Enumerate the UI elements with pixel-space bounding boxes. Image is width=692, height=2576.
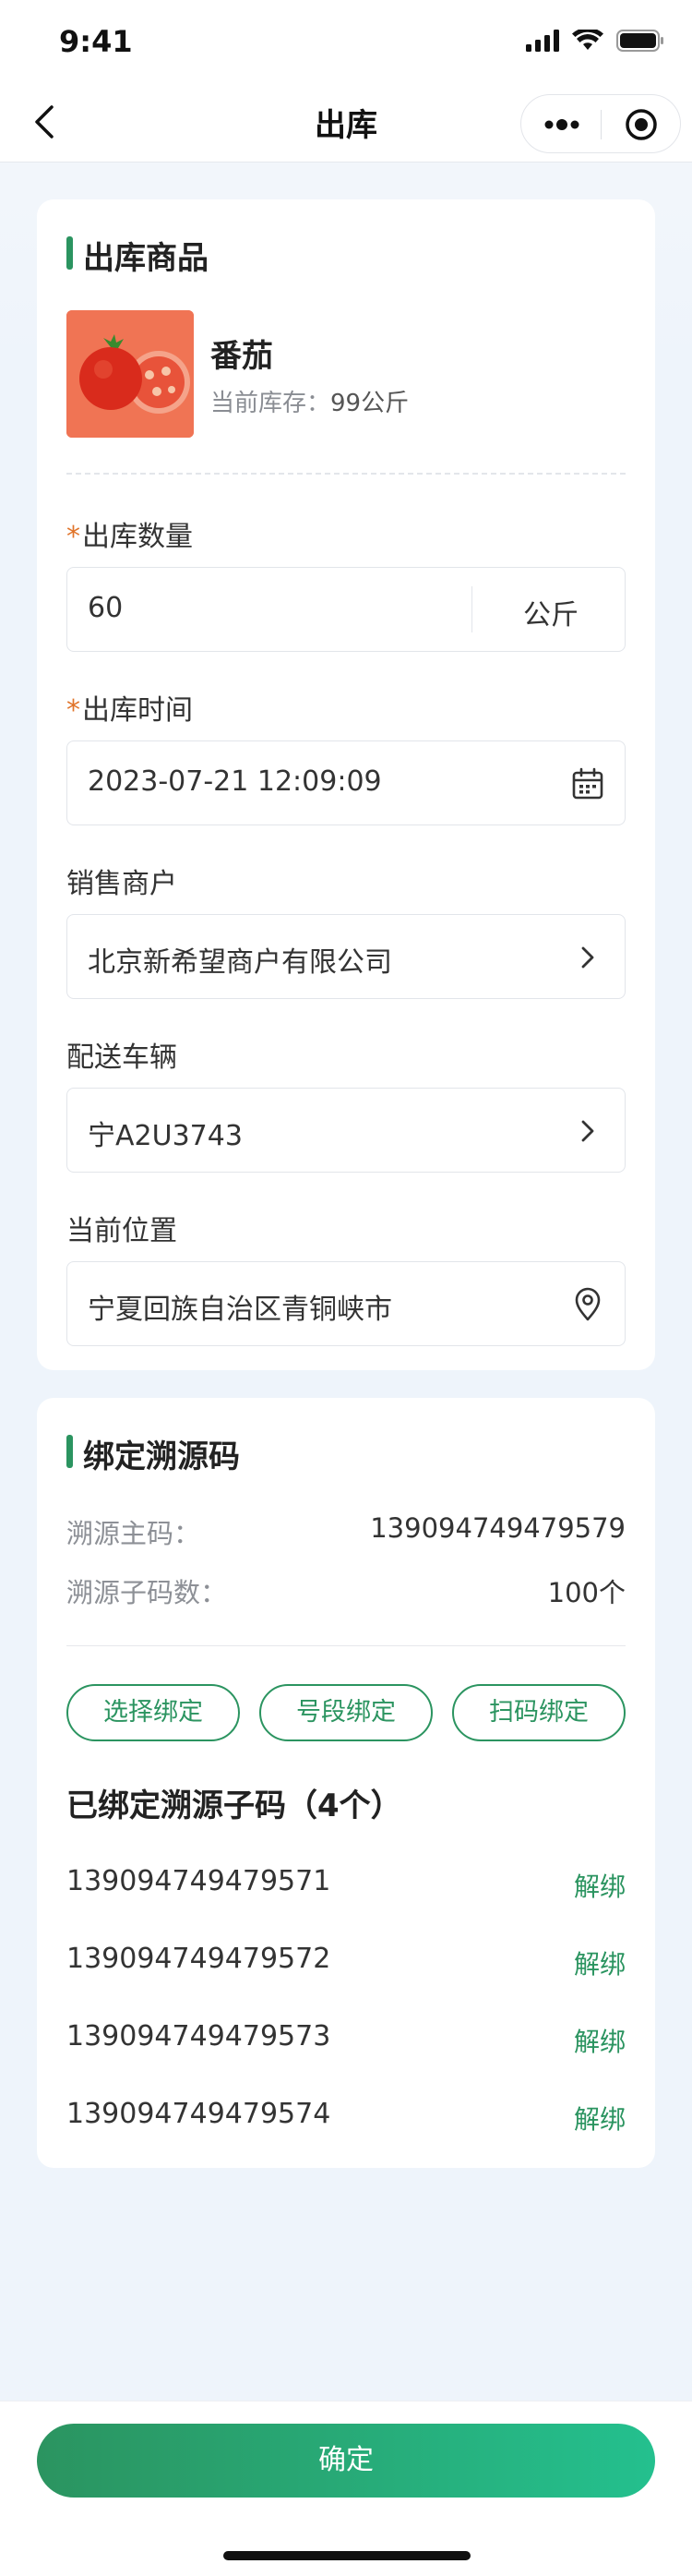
location-field[interactable]: 宁夏回族自治区青铜峡市 [66,1261,626,1346]
tomato-image [66,310,194,438]
scan-bind-button[interactable]: 扫码绑定 [452,1684,626,1741]
list-item: 139094749479573 解绑 [66,2020,626,2057]
select-bind-button[interactable]: 选择绑定 [66,1684,240,1741]
sub-count-label: 溯源子码数： [66,1577,228,1608]
sub-code: 139094749479573 [66,2020,331,2052]
vehicle-field[interactable]: 宁A2U3743 [66,1088,626,1173]
calendar-icon[interactable] [569,765,606,802]
unit-separator [471,586,472,632]
vehicle-value: 宁A2U3743 [88,1120,243,1152]
bound-codes-title: 已绑定溯源子码（4个） [66,1788,402,1824]
time-label: *出库时间 [66,687,193,728]
unbind-button[interactable]: 解绑 [574,2022,626,2059]
required-mark: * [66,694,80,727]
trace-code-card: 绑定溯源码 溯源主码： 139094749479579 溯源子码数： 100个 … [37,1398,655,2168]
section-title-trace: 绑定溯源码 [66,1431,240,1476]
time-field[interactable]: 2023-07-21 12:09:09 [66,740,626,825]
more-icon[interactable] [542,114,582,136]
main-code-label: 溯源主码： [66,1518,201,1549]
product-image [66,310,194,438]
signal-icon [526,30,559,52]
merchant-field[interactable]: 北京新希望商户有限公司 [66,914,626,999]
quantity-field[interactable]: 60 公斤 [66,567,626,652]
stock-value: 99公斤 [330,390,410,417]
chevron-right-icon [581,946,594,969]
quantity-value[interactable]: 60 [88,592,123,624]
wifi-icon [572,30,603,50]
divider [66,1645,626,1646]
required-mark: * [66,521,80,553]
sub-count-value: 100个 [547,1577,626,1608]
close-mini-program-icon[interactable] [623,106,660,143]
time-label-text: 出库时间 [82,694,193,727]
product-stock: 当前库存：99公斤 [210,384,409,418]
quantity-label-text: 出库数量 [82,521,193,553]
merchant-value: 北京新希望商户有限公司 [88,946,392,979]
location-label: 当前位置 [66,1215,177,1247]
location-pin-icon[interactable] [569,1286,606,1323]
outbound-card: 出库商品 番茄 当前库存：99公斤 *出库数量 60 公斤 *出库时间 2023… [37,199,655,1370]
status-bar: 9:41 [0,0,692,81]
status-icons [526,30,664,52]
mini-program-capsule [520,94,681,153]
section-title-product: 出库商品 [66,233,209,278]
sub-code: 139094749479572 [66,1943,331,1975]
dashed-divider [66,473,626,475]
list-item: 139094749479572 解绑 [66,1943,626,1980]
main-code-value: 139094749479579 [370,1512,626,1544]
sub-code: 139094749479574 [66,2098,331,2130]
bottom-bar: 确定 [0,2401,692,2576]
time-value: 2023-07-21 12:09:09 [88,765,382,798]
confirm-button[interactable]: 确定 [37,2424,655,2498]
product-name: 番茄 [210,338,273,375]
status-time: 9:41 [59,24,133,59]
unbind-button[interactable]: 解绑 [574,1867,626,1904]
unbind-button[interactable]: 解绑 [574,1944,626,1981]
stock-label: 当前库存： [210,390,331,417]
quantity-unit: 公斤 [523,599,579,632]
battery-icon [616,30,663,52]
list-item: 139094749479574 解绑 [66,2098,626,2135]
location-value: 宁夏回族自治区青铜峡市 [88,1294,392,1326]
home-indicator [223,2551,471,2560]
sub-code: 139094749479571 [66,1865,331,1897]
capsule-divider [601,110,602,139]
unbind-button[interactable]: 解绑 [574,2100,626,2137]
nav-bar: 出库 [0,81,692,163]
list-item: 139094749479571 解绑 [66,1865,626,1902]
merchant-label: 销售商户 [66,868,177,900]
chevron-right-icon [581,1120,594,1142]
vehicle-label: 配送车辆 [66,1041,177,1074]
quantity-label: *出库数量 [66,513,193,554]
range-bind-button[interactable]: 号段绑定 [259,1684,433,1741]
